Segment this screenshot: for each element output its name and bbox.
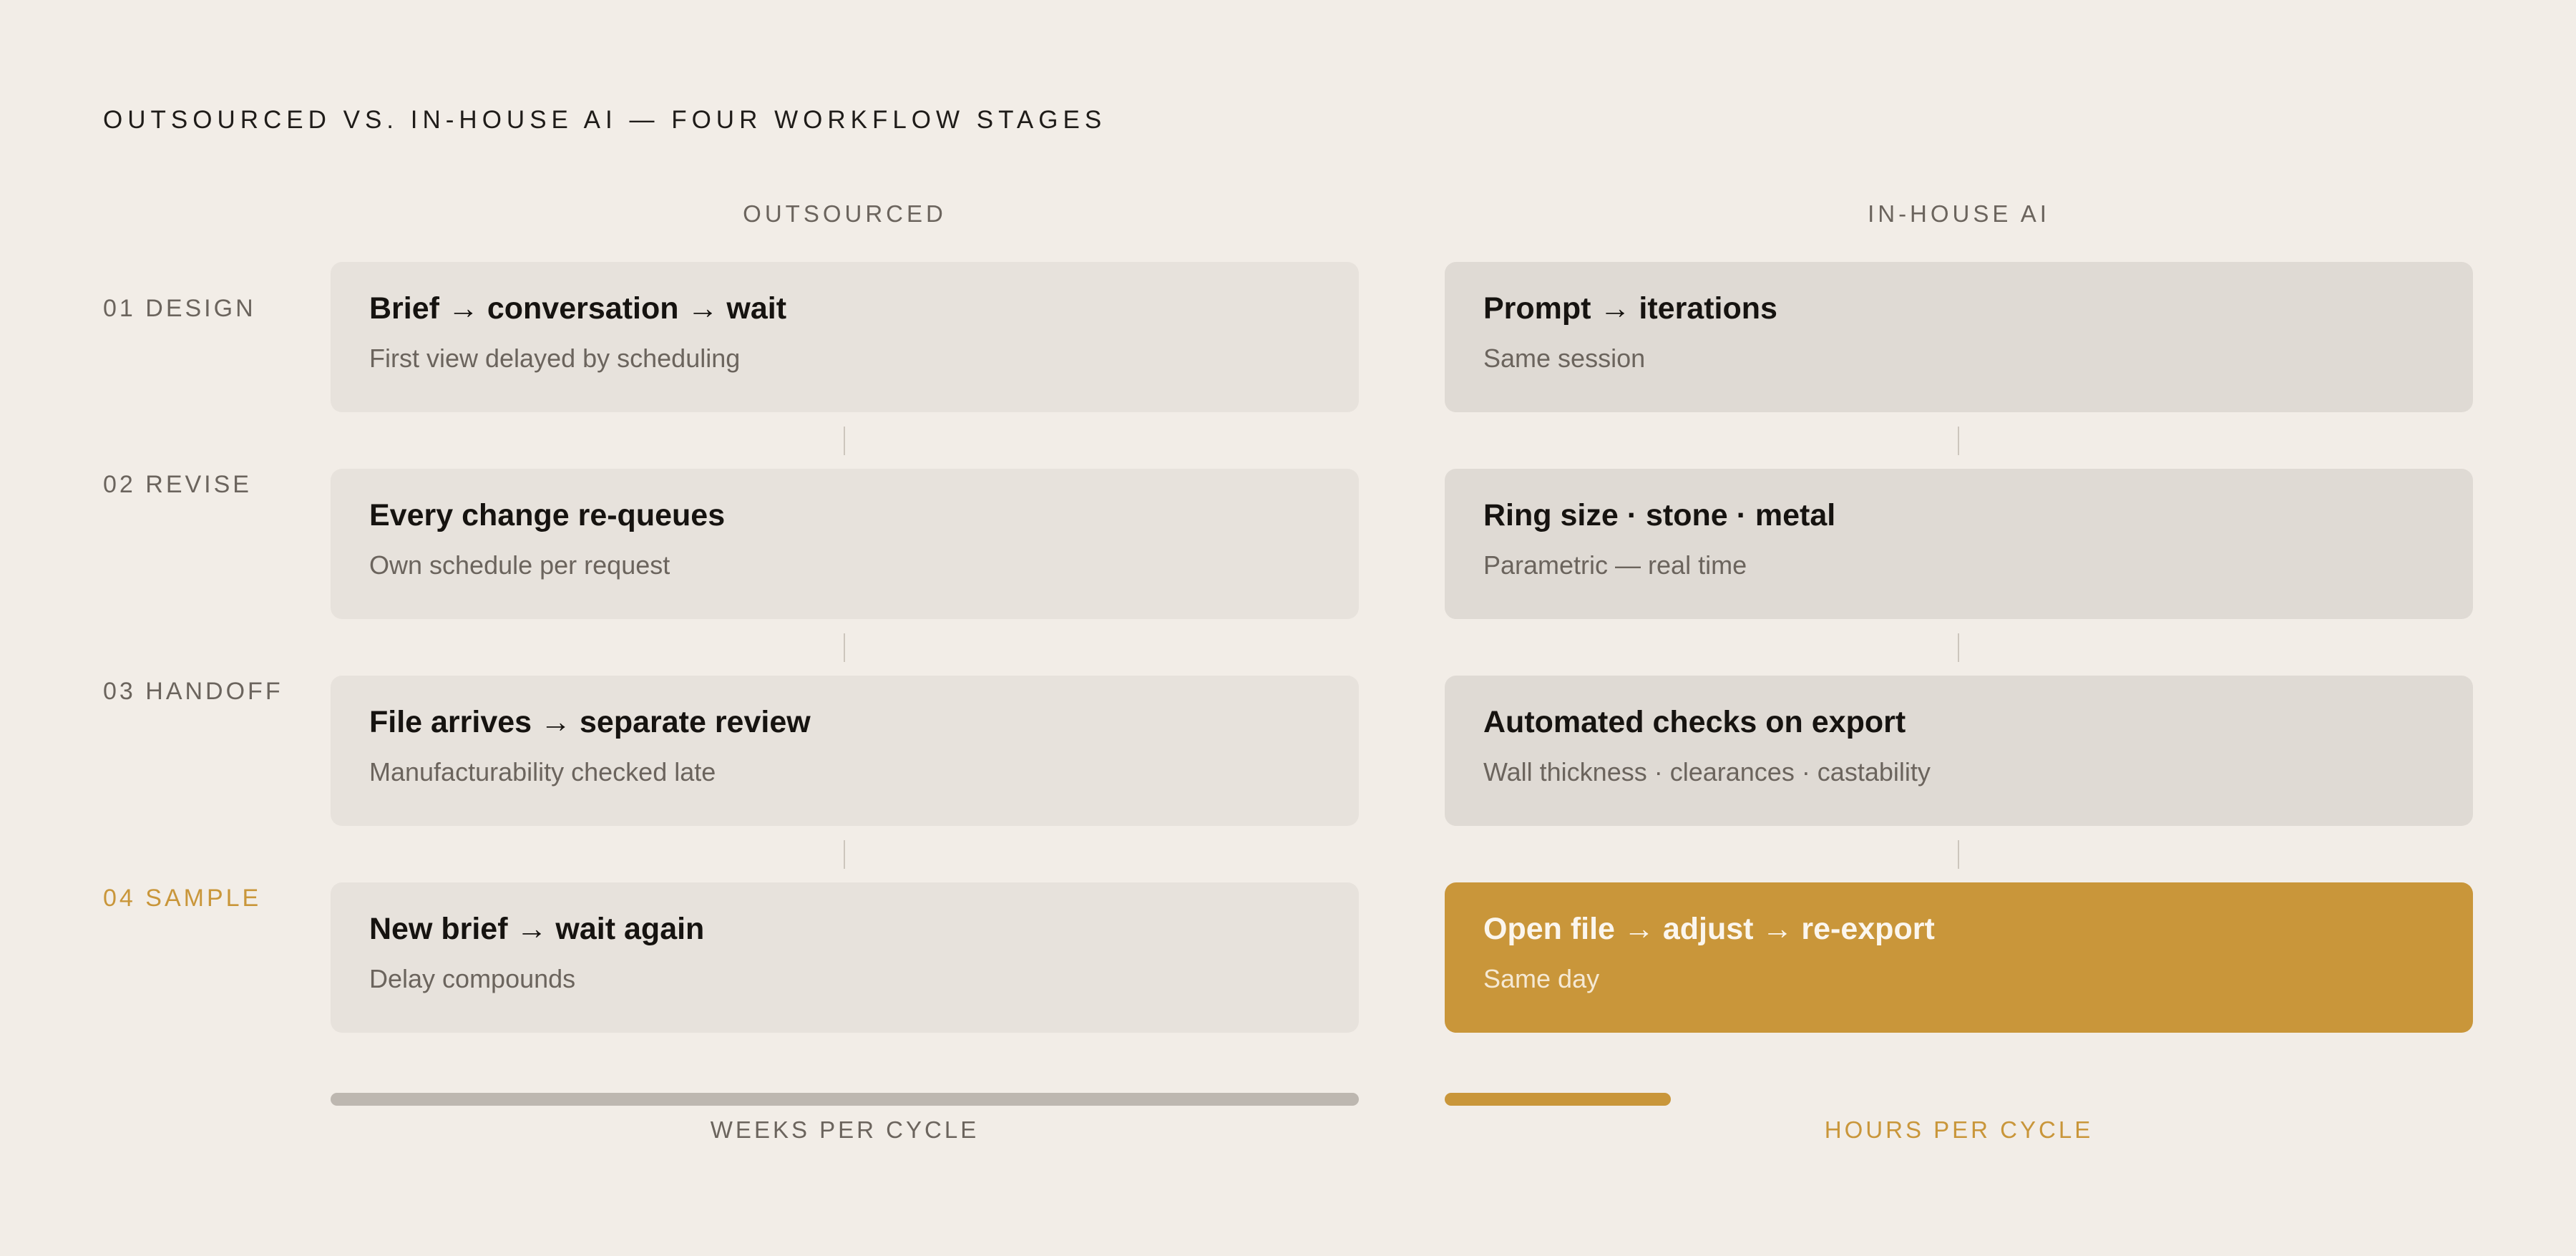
card-title: Every change re-queues <box>369 498 726 532</box>
stage-handoff-outsourced-card: File arrives → separate review Manufactu… <box>331 676 1359 826</box>
column-header-outsourced: OUTSOURCED <box>743 200 947 227</box>
card-subtitle: First view delayed by scheduling <box>369 344 741 373</box>
card-subtitle: Own schedule per request <box>369 550 670 580</box>
stage-revise-outsourced-card: Every change re-queues Own schedule per … <box>331 469 1359 619</box>
cycle-label-outsourced: WEEKS PER CYCLE <box>710 1116 980 1143</box>
stage-label-sample: 04 SAMPLE <box>103 885 262 912</box>
stage-handoff-inhouse-card: Automated checks on export Wall thicknes… <box>1445 676 2473 826</box>
card-title: File arrives → separate review <box>369 705 811 739</box>
column-header-inhouse: IN-HOUSE AI <box>1868 200 2050 227</box>
card-title: Ring size · stone · metal <box>1483 498 1836 532</box>
connector-line <box>1958 840 1959 869</box>
card-subtitle: Parametric — real time <box>1483 550 1747 580</box>
stage-label-design: 01 DESIGN <box>103 295 256 322</box>
stage-design-outsourced-card: Brief → conversation → wait First view d… <box>331 262 1359 412</box>
card-subtitle: Manufacturability checked late <box>369 757 716 787</box>
stage-revise-inhouse-card: Ring size · stone · metal Parametric — r… <box>1445 469 2473 619</box>
stage-label-revise: 02 REVISE <box>103 471 252 498</box>
card-subtitle: Same session <box>1483 344 1646 373</box>
connector-line <box>1958 633 1959 662</box>
card-title: New brief → wait again <box>369 912 705 946</box>
cycle-label-inhouse: HOURS PER CYCLE <box>1824 1116 2094 1143</box>
cycle-bar-outsourced <box>331 1093 1359 1106</box>
stage-sample-outsourced-card: New brief → wait again Delay compounds <box>331 882 1359 1033</box>
stage-sample-inhouse-card: Open file → adjust → re-export Same day <box>1445 882 2473 1033</box>
card-title: Open file → adjust → re-export <box>1483 912 1935 946</box>
cycle-bar-inhouse <box>1445 1093 1671 1106</box>
stage-label-handoff: 03 HANDOFF <box>103 678 283 705</box>
card-subtitle: Wall thickness · clearances · castabilit… <box>1483 757 1931 787</box>
stage-design-inhouse-card: Prompt → iterations Same session <box>1445 262 2473 412</box>
diagram-title: OUTSOURCED VS. IN-HOUSE AI — FOUR WORKFL… <box>103 106 1107 134</box>
card-title: Brief → conversation → wait <box>369 291 787 326</box>
connector-line <box>844 633 845 662</box>
card-subtitle: Delay compounds <box>369 964 576 993</box>
connector-line <box>1958 427 1959 455</box>
connector-line <box>844 840 845 869</box>
card-subtitle: Same day <box>1483 964 1600 993</box>
card-title: Automated checks on export <box>1483 705 1906 739</box>
card-title: Prompt → iterations <box>1483 291 1777 326</box>
connector-line <box>844 427 845 455</box>
